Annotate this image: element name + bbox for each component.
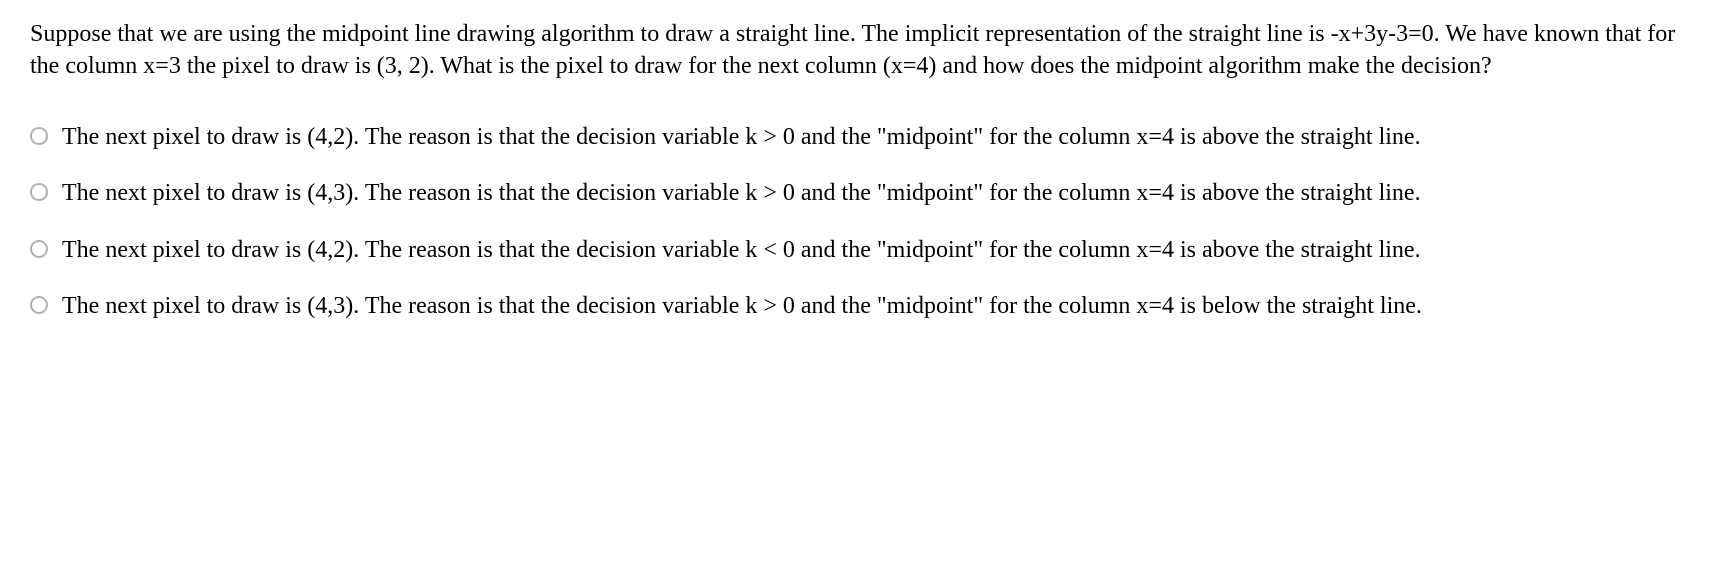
option-1[interactable]: The next pixel to draw is (4,2). The rea…: [30, 121, 1686, 153]
question-text: Suppose that we are using the midpoint l…: [30, 18, 1686, 83]
option-text: The next pixel to draw is (4,2). The rea…: [62, 121, 1686, 153]
radio-icon[interactable]: [30, 183, 48, 201]
option-text: The next pixel to draw is (4,3). The rea…: [62, 290, 1686, 322]
option-text: The next pixel to draw is (4,2). The rea…: [62, 234, 1686, 266]
option-2[interactable]: The next pixel to draw is (4,3). The rea…: [30, 177, 1686, 209]
options-list: The next pixel to draw is (4,2). The rea…: [30, 121, 1686, 323]
radio-icon[interactable]: [30, 127, 48, 145]
option-3[interactable]: The next pixel to draw is (4,2). The rea…: [30, 234, 1686, 266]
radio-icon[interactable]: [30, 296, 48, 314]
option-text: The next pixel to draw is (4,3). The rea…: [62, 177, 1686, 209]
option-4[interactable]: The next pixel to draw is (4,3). The rea…: [30, 290, 1686, 322]
radio-icon[interactable]: [30, 240, 48, 258]
